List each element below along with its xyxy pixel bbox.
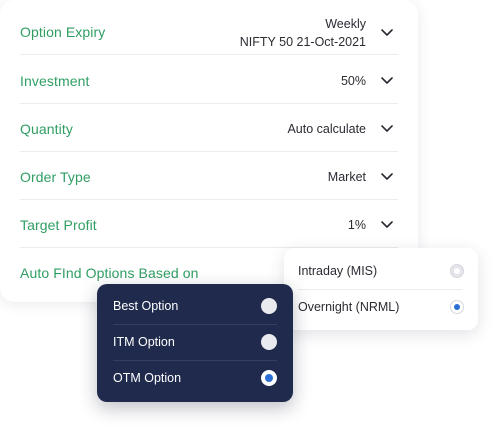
order-type-value: Market [327,170,366,184]
radio-button[interactable] [261,334,277,350]
order-type-row[interactable]: Order Type Market [20,152,398,200]
investment-row[interactable]: Investment 50% [20,55,398,104]
investment-value: 50% [340,74,366,88]
option-itm[interactable]: ITM Option [113,324,277,360]
order-type-label: Order Type [20,169,91,185]
option-expiry-label: Option Expiry [20,24,106,40]
option-expiry-date: NIFTY 50 21-Oct-2021 [239,35,366,49]
option-label: Intraday (MIS) [298,264,378,278]
option-label: ITM Option [113,335,175,349]
option-label: Overnight (NRML) [298,300,400,314]
option-expiry-row[interactable]: Option Expiry Weekly NIFTY 50 21-Oct-202… [20,12,398,55]
chevron-down-icon[interactable] [380,121,394,135]
option-best[interactable]: Best Option [113,288,277,324]
target-profit-label: Target Profit [20,217,97,233]
quantity-value: Auto calculate [287,122,366,136]
option-label: Best Option [113,299,179,313]
option-label: OTM Option [113,371,182,385]
chevron-down-icon[interactable] [380,169,394,183]
radio-button[interactable] [261,298,277,314]
quantity-row[interactable]: Quantity Auto calculate [20,104,398,152]
option-intraday-mis[interactable]: Intraday (MIS) [298,253,464,289]
product-type-dropdown: Intraday (MIS) Overnight (NRML) [284,248,478,330]
option-type-dropdown: Best Option ITM Option OTM Option [97,284,293,402]
investment-label: Investment [20,73,90,89]
radio-button-selected[interactable] [450,300,464,314]
target-profit-row[interactable]: Target Profit 1% [20,200,398,248]
target-profit-value: 1% [347,218,366,232]
chevron-down-icon[interactable] [380,25,394,39]
option-expiry-value: Weekly NIFTY 50 21-Oct-2021 [240,15,366,51]
option-overnight-nrml[interactable]: Overnight (NRML) [298,289,464,325]
chevron-down-icon[interactable] [380,73,394,87]
radio-button-selected[interactable] [261,370,277,386]
option-expiry-frequency: Weekly [325,17,366,31]
quantity-label: Quantity [20,121,73,137]
radio-button[interactable] [450,264,464,278]
option-otm[interactable]: OTM Option [113,360,277,396]
auto-find-label: Auto FInd Options Based on [20,265,199,281]
chevron-down-icon[interactable] [380,217,394,231]
